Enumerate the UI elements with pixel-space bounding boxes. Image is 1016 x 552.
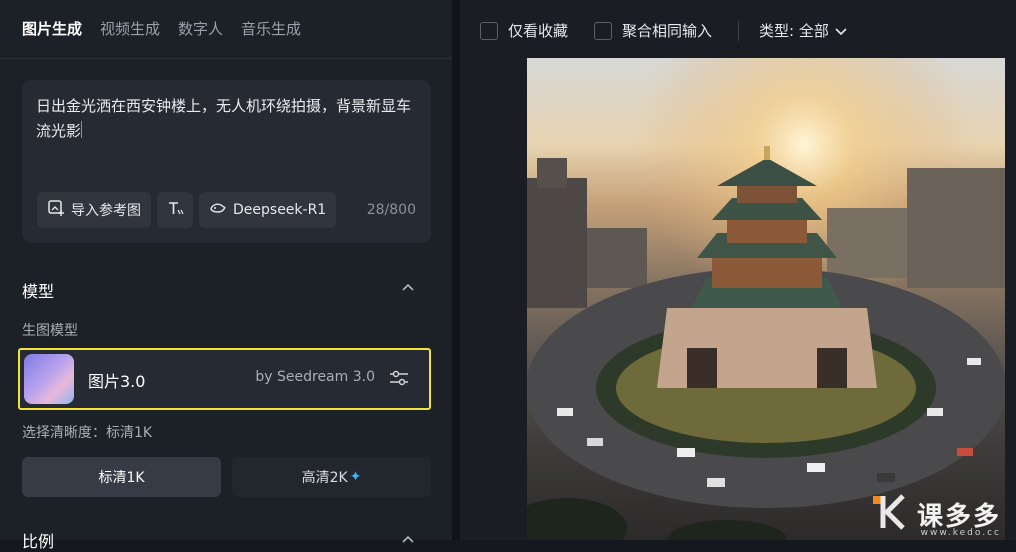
tab-music-generation[interactable]: 音乐生成: [241, 18, 301, 51]
resolution-hd-label: 高清2K: [301, 470, 348, 486]
whale-icon: [209, 199, 227, 221]
model-thumbnail: [24, 354, 74, 404]
prompt-input[interactable]: 日出金光洒在西安钟楼上，无人机环绕拍摄，背景新显车流光影: [36, 94, 416, 144]
watermark-text: 课多多: [916, 501, 1001, 532]
tab-divider: [0, 58, 452, 59]
favorites-label: 仅看收藏: [508, 22, 569, 40]
generated-image[interactable]: 课多多 www.kedo.cc: [527, 58, 1005, 540]
merge-checkbox[interactable]: [594, 21, 613, 40]
resolution-options: 标清1K 高清2K ✦: [22, 457, 431, 497]
filter-separator: [738, 20, 740, 41]
text-format-button[interactable]: [157, 192, 193, 228]
bell-tower-illustration: [527, 58, 1005, 540]
import-reference-label: 导入参考图: [71, 203, 141, 219]
generation-tabs: 图片生成 视频生成 数字人 音乐生成: [22, 18, 301, 51]
resolution-sd-label: 标清1K: [98, 470, 145, 486]
prompt-card: 日出金光洒在西安钟楼上，无人机环绕拍摄，背景新显车流光影 导入参考图 Deeps…: [22, 80, 431, 243]
type-dropdown[interactable]: 类型: 全部: [759, 20, 847, 41]
collapse-ratio-icon[interactable]: [402, 532, 414, 546]
left-panel: 图片生成 视频生成 数字人 音乐生成 日出金光洒在西安钟楼上，无人机环绕拍摄，背…: [0, 0, 452, 551]
favorites-checkbox[interactable]: [480, 21, 498, 40]
merge-filter[interactable]: 聚合相同输入: [594, 20, 712, 41]
text-format-icon: [166, 199, 184, 221]
model-provider: by Seedream 3.0: [255, 369, 375, 385]
resolution-sd-button[interactable]: 标清1K: [22, 457, 221, 497]
resolution-hd-button[interactable]: 高清2K ✦: [232, 457, 431, 497]
sparkle-icon: ✦: [349, 469, 362, 485]
chevron-down-icon: [835, 22, 847, 40]
sliders-icon[interactable]: [387, 366, 411, 390]
ratio-section-title: 比例: [22, 532, 55, 551]
char-count: 28/800: [366, 202, 416, 218]
model-section-title: 模型: [22, 282, 55, 301]
watermark-domain: www.kedo.cc: [920, 528, 1001, 538]
watermark-k-icon: [872, 492, 913, 536]
model-card-selected[interactable]: 图片3.0 by Seedream 3.0: [18, 348, 431, 410]
model-name: 图片3.0: [88, 372, 146, 391]
deepseek-label: Deepseek-R1: [233, 202, 327, 218]
results-panel: 仅看收藏 聚合相同输入 类型: 全部 课多多 www.kedo.cc: [460, 0, 1016, 540]
panel-divider[interactable]: [452, 0, 460, 540]
merge-label: 聚合相同输入: [622, 22, 713, 40]
deepseek-button[interactable]: Deepseek-R1: [199, 192, 337, 228]
tab-digital-human[interactable]: 数字人: [178, 18, 223, 51]
type-label: 类型: 全部: [759, 22, 829, 40]
import-reference-button[interactable]: 导入参考图: [37, 192, 151, 228]
resolution-label: 选择清晰度：标清1K: [22, 425, 153, 441]
tab-video-generation[interactable]: 视频生成: [100, 18, 160, 51]
prompt-text: 日出金光洒在西安钟楼上，无人机环绕拍摄，背景新显车流光影: [36, 97, 412, 140]
prompt-tools: 导入参考图 Deepseek-R1: [37, 192, 337, 228]
text-caret: [81, 121, 83, 138]
favorites-filter[interactable]: 仅看收藏: [480, 20, 568, 41]
image-add-icon: [47, 199, 65, 221]
collapse-model-icon[interactable]: [402, 280, 414, 294]
model-sub-label: 生图模型: [22, 323, 78, 339]
tab-image-generation[interactable]: 图片生成: [22, 18, 82, 51]
filter-bar: 仅看收藏 聚合相同输入 类型: 全部: [480, 20, 847, 41]
